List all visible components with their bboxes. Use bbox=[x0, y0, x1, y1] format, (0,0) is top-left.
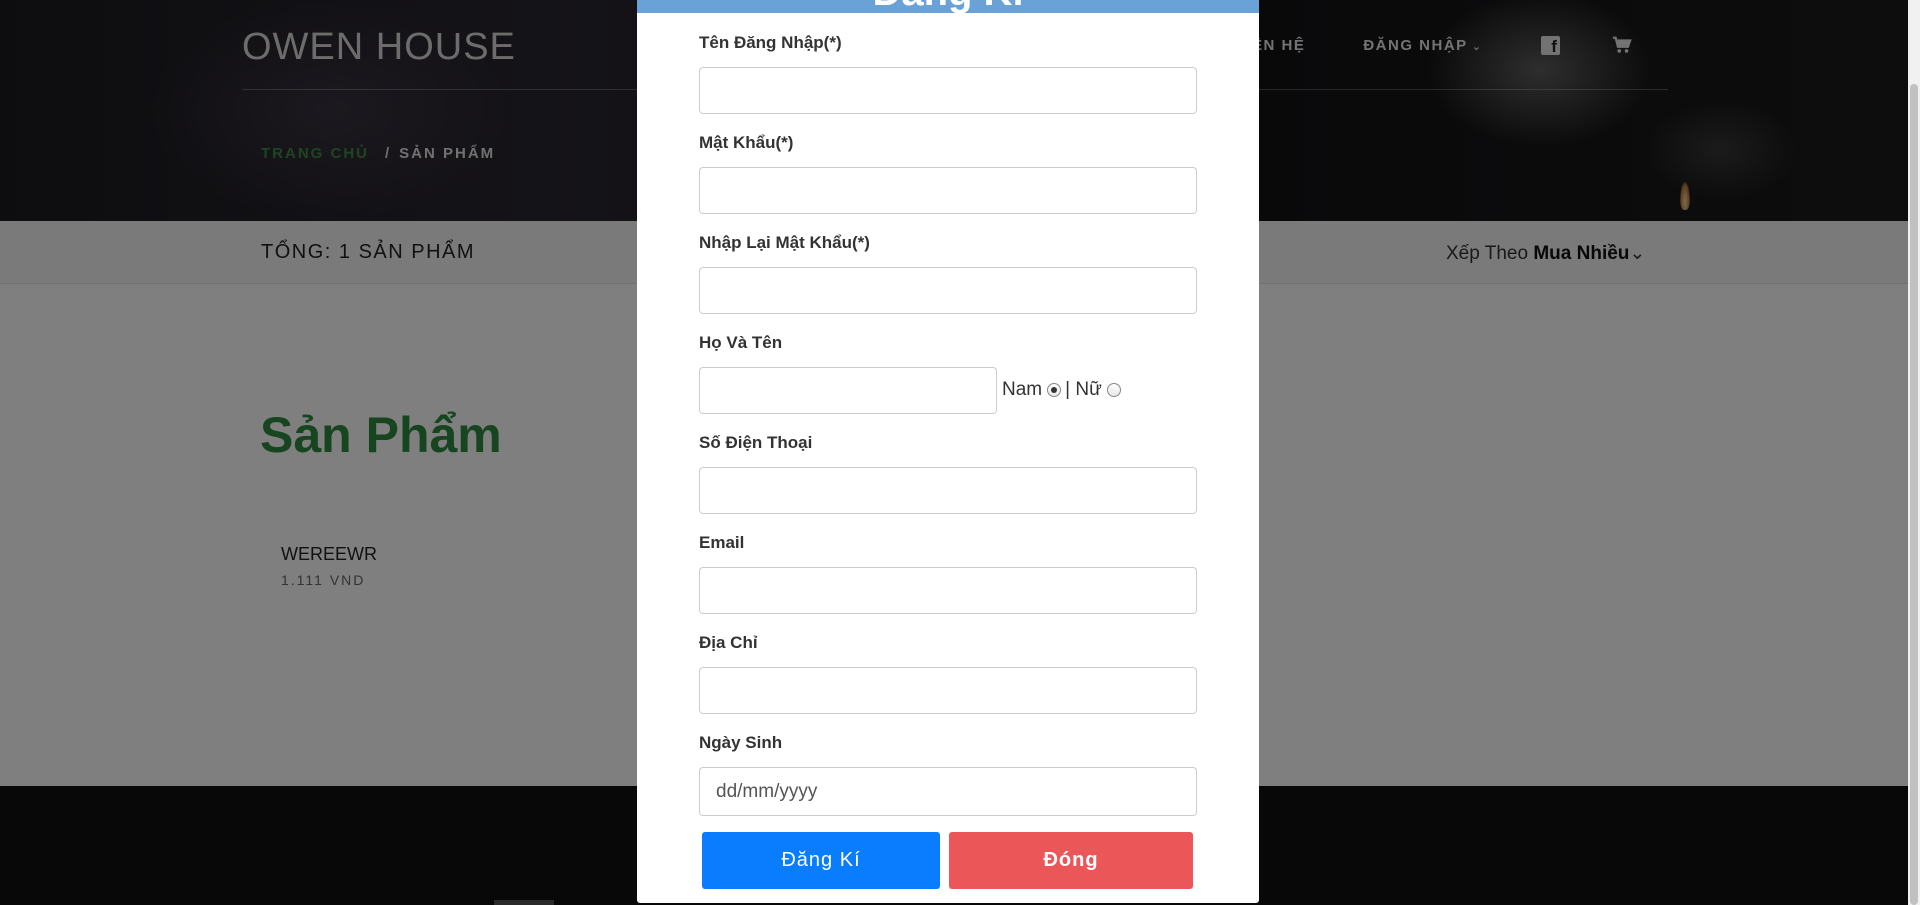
confirm-password-label: Nhập Lại Mật Khẩu(*) bbox=[699, 233, 870, 252]
gender-group: Nam | Nữ bbox=[1002, 379, 1125, 401]
password-input[interactable] bbox=[699, 167, 1197, 214]
address-input[interactable] bbox=[699, 667, 1197, 714]
register-modal: Đăng Kí Tên Đăng Nhập(*) Mật Khẩu(*) Nhậ… bbox=[637, 0, 1259, 903]
gender-female-label: Nữ bbox=[1075, 379, 1102, 400]
email-label: Email bbox=[699, 533, 745, 552]
gender-female-radio[interactable] bbox=[1106, 383, 1121, 397]
address-label: Địa Chỉ bbox=[699, 633, 758, 652]
gender-separator: | bbox=[1065, 379, 1071, 400]
close-button[interactable]: Đóng bbox=[949, 832, 1193, 889]
phone-label: Số Điện Thoại bbox=[699, 433, 813, 452]
modal-title: Đăng Kí bbox=[637, 0, 1259, 13]
email-input[interactable] bbox=[699, 567, 1197, 614]
scrollbar-thumb[interactable] bbox=[1910, 84, 1918, 905]
gender-male-label: Nam bbox=[1002, 379, 1043, 400]
birthday-input[interactable] bbox=[699, 767, 1197, 816]
username-label: Tên Đăng Nhập(*) bbox=[699, 33, 842, 52]
confirm-password-input[interactable] bbox=[699, 267, 1197, 314]
modal-header: Đăng Kí bbox=[637, 0, 1259, 13]
password-label: Mật Khẩu(*) bbox=[699, 133, 794, 152]
phone-input[interactable] bbox=[699, 467, 1197, 514]
birthday-label: Ngày Sinh bbox=[699, 733, 783, 752]
fullname-label: Họ Và Tên bbox=[699, 333, 783, 352]
fullname-input[interactable] bbox=[699, 367, 997, 414]
register-button[interactable]: Đăng Kí bbox=[702, 832, 940, 889]
gender-male-radio[interactable] bbox=[1047, 383, 1062, 397]
page-scrollbar[interactable] bbox=[1908, 0, 1920, 905]
username-input[interactable] bbox=[699, 67, 1197, 114]
